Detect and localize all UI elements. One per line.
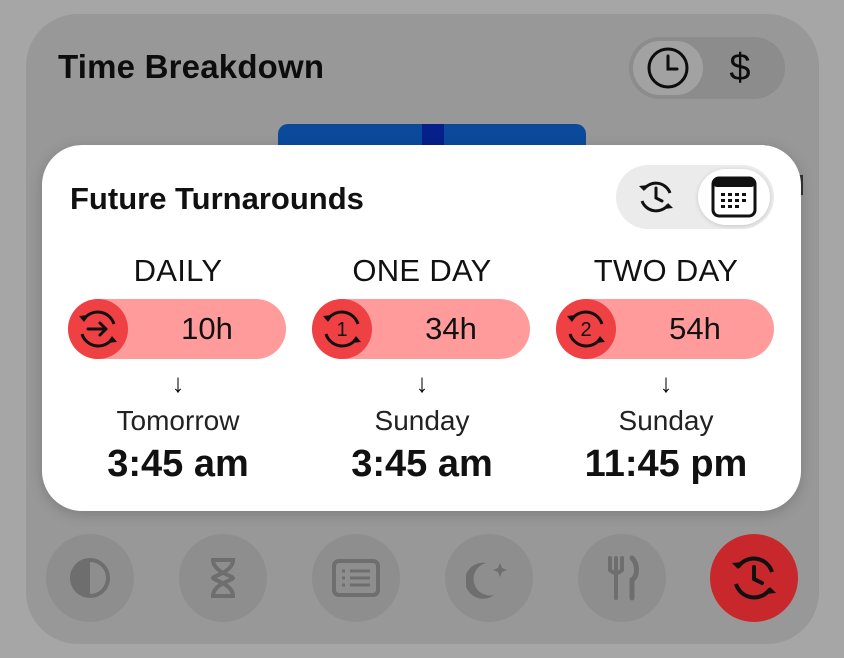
- bottom-nav: [46, 534, 798, 622]
- nav-contrast[interactable]: [46, 534, 134, 622]
- cost-toggle-option[interactable]: $: [705, 41, 775, 95]
- turnaround-2-icon: 2: [567, 310, 605, 348]
- hourglass-icon: [210, 558, 236, 598]
- clock-icon: [647, 47, 689, 89]
- turnaround-column-two-day: TWO DAY 2 54h ↓ Sunday 11:45 pm: [556, 253, 776, 486]
- turnaround-column-one-day: ONE DAY 1 34h ↓ Sunday 3:45 am: [312, 253, 532, 486]
- time-toggle-option[interactable]: [633, 41, 703, 95]
- nav-turnarounds[interactable]: [710, 534, 798, 622]
- badge-number: 2: [580, 319, 591, 341]
- turnaround-arrow-icon: [79, 310, 117, 348]
- turnaround-day: Sunday: [374, 405, 470, 436]
- down-arrow-icon: ↓: [171, 368, 185, 398]
- turnaround-day: Sunday: [618, 405, 714, 436]
- duration-pill: 2 54h: [556, 299, 774, 359]
- duration-value: 54h: [669, 311, 721, 346]
- view-toggle[interactable]: [616, 165, 774, 229]
- page-title: Time Breakdown: [58, 48, 325, 85]
- calendar-icon: [711, 176, 757, 218]
- turnaround-time: 11:45 pm: [584, 443, 748, 485]
- column-label: DAILY: [133, 253, 223, 288]
- nav-list[interactable]: [312, 534, 400, 622]
- badge: 1: [312, 299, 372, 359]
- column-label: ONE DAY: [352, 253, 492, 288]
- card-title: Future Turnarounds: [70, 181, 364, 216]
- badge-number: 1: [336, 319, 347, 341]
- turnaround-day: Tomorrow: [116, 405, 240, 436]
- down-arrow-icon: ↓: [415, 368, 429, 398]
- moon-stars-icon: [466, 562, 507, 599]
- future-turnarounds-card: Future Turnarounds DAILY 10h ↓ Tomorrow …: [42, 145, 801, 511]
- badge: [68, 299, 128, 359]
- turnaround-time: 3:45 am: [351, 443, 493, 485]
- badge: 2: [556, 299, 616, 359]
- nav-hourglass[interactable]: [179, 534, 267, 622]
- history-view-option[interactable]: [620, 169, 692, 225]
- dollar-icon: $: [729, 46, 751, 89]
- column-label: TWO DAY: [593, 253, 739, 288]
- list-icon: [332, 559, 380, 597]
- calendar-view-option[interactable]: [698, 169, 770, 225]
- down-arrow-icon: ↓: [659, 368, 673, 398]
- duration-pill: 10h: [68, 299, 286, 359]
- nav-sleep[interactable]: [445, 534, 533, 622]
- fork-knife-icon: [608, 555, 639, 601]
- contrast-icon: [70, 558, 110, 598]
- turnaround-1-icon: 1: [323, 310, 361, 348]
- history-clock-icon: [639, 181, 673, 213]
- duration-pill: 1 34h: [312, 299, 530, 359]
- duration-value: 10h: [181, 311, 233, 346]
- metric-toggle[interactable]: $: [629, 37, 785, 99]
- nav-meals[interactable]: [578, 534, 666, 622]
- duration-value: 34h: [425, 311, 477, 346]
- turnaround-column-daily: DAILY 10h ↓ Tomorrow 3:45 am: [68, 253, 288, 486]
- turnaround-clock-icon: [732, 556, 776, 600]
- turnaround-time: 3:45 am: [107, 443, 249, 485]
